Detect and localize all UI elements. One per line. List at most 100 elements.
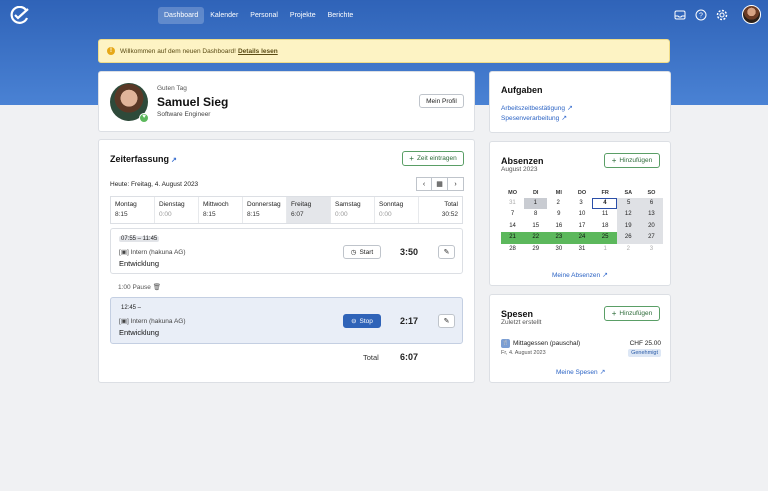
my-profile-button[interactable]: Mein Profil [419, 94, 464, 108]
calendar-day[interactable]: 17 [570, 221, 593, 232]
entry-duration: 2:17 [400, 316, 419, 326]
calendar-day[interactable]: 20 [639, 220, 663, 233]
chevron-left-icon[interactable]: ‹ [416, 177, 432, 191]
entry-duration: 3:50 [400, 247, 419, 257]
external-link-icon: ↗ [566, 105, 573, 112]
add-expense-button[interactable]: + Hinzufügen [604, 306, 660, 321]
external-link-icon: ↗ [171, 157, 177, 164]
calendar-day-absence[interactable]: 24 [570, 232, 594, 244]
calendar-day-absence[interactable]: 23 [547, 232, 571, 244]
calendar-day[interactable]: 19 [616, 220, 640, 233]
chevron-right-icon[interactable]: › [448, 177, 464, 191]
calendar-day-today[interactable]: 4 [592, 198, 618, 210]
my-absences-link[interactable]: Meine Absenzen ↗ [552, 271, 608, 279]
absence-calendar: MO DI MI DO FR SA SO 31 1 2 3 4 5 6 7 8 … [501, 188, 664, 255]
calendar-day-absence[interactable]: 21 [501, 232, 525, 244]
calendar-day[interactable]: 15 [524, 221, 547, 232]
top-navigation: Dashboard Kalender Personal Projekte Ber… [0, 0, 768, 31]
stop-icon: ⊖ [351, 318, 357, 325]
calendar-day[interactable]: 27 [639, 232, 663, 244]
calendar-day[interactable]: 30 [547, 244, 570, 255]
calendar-day[interactable]: 26 [616, 232, 640, 244]
calendar-day-absence[interactable]: 22 [524, 232, 548, 244]
briefcase-icon: ▣ [120, 249, 127, 256]
calendar-day-absence[interactable]: 25 [593, 232, 617, 244]
add-time-label: Zeit eintragen [416, 155, 457, 162]
day-tuesday[interactable]: Dienstag 0:00 [155, 197, 199, 223]
inbox-icon[interactable] [674, 9, 686, 21]
nav-dashboard[interactable]: Dashboard [158, 7, 205, 24]
day-monday[interactable]: Montag 8:15 [111, 197, 155, 223]
calendar-day[interactable]: 31 [501, 198, 524, 209]
nav-kalender[interactable]: Kalender [204, 7, 244, 24]
nav-personal[interactable]: Personal [244, 7, 284, 24]
calendar-day[interactable]: 1 [523, 198, 547, 210]
user-avatar[interactable] [742, 5, 761, 24]
calendar-day[interactable]: 18 [594, 221, 617, 232]
calendar-day[interactable]: 11 [594, 209, 617, 220]
time-entry-running[interactable]: 12:45 – [▣] Intern (hakuna AG) Entwicklu… [110, 297, 463, 344]
calendar-day[interactable]: 5 [617, 198, 641, 210]
profile-name: Samuel Sieg [157, 95, 229, 109]
calendar-day[interactable]: 29 [524, 244, 547, 255]
gear-icon[interactable] [716, 9, 728, 21]
edit-icon[interactable]: ✎ [438, 314, 455, 328]
calendar-icon[interactable]: ▦ [432, 177, 448, 191]
calendar-day[interactable]: 2 [547, 198, 570, 209]
profile-card: ♥ Guten Tag Samuel Sieg Software Enginee… [98, 71, 475, 132]
expense-date: Fr, 4. August 2023 [501, 350, 546, 356]
stop-button[interactable]: ⊖ Stop [343, 314, 381, 328]
calendar-day[interactable]: 14 [501, 221, 524, 232]
external-link-icon: ↗ [599, 369, 606, 376]
day-thursday[interactable]: Donnerstag 8:15 [243, 197, 287, 223]
calendar-day[interactable]: 2 [617, 244, 640, 255]
calendar-day[interactable]: 31 [570, 244, 593, 255]
weekday-label: SO [647, 190, 656, 196]
edit-icon[interactable]: ✎ [438, 245, 455, 259]
calendar-day[interactable]: 3 [640, 244, 663, 255]
warning-icon: ! [107, 47, 115, 55]
calendar-day[interactable]: 28 [501, 244, 524, 255]
weekday-label: DI [532, 190, 539, 196]
calendar-day[interactable]: 6 [640, 198, 664, 210]
week-navigation: ‹ ▦ › [416, 177, 464, 191]
help-icon[interactable]: ? [695, 9, 707, 21]
calendar-day[interactable]: 10 [570, 209, 593, 220]
calendar-day[interactable]: 13 [639, 209, 663, 221]
today-label: Heute: Freitag, 4. August 2023 [110, 181, 199, 188]
start-button[interactable]: ◷ Start [343, 245, 381, 259]
week-days-row: Montag 8:15 Dienstag 0:00 Mittwoch 8:15 Don… [110, 196, 463, 224]
calendar-day[interactable]: 1 [594, 244, 617, 255]
meal-icon: 🍴 [501, 339, 510, 348]
entry-task: Entwicklung [119, 328, 160, 337]
banner-details-link[interactable]: Details lesen [238, 48, 278, 55]
calendar-day[interactable]: 3 [570, 198, 593, 209]
time-tracking-title[interactable]: Zeiterfassung ↗ [110, 154, 177, 164]
nav-berichte[interactable]: Berichte [322, 7, 360, 24]
profile-role: Software Engineer [157, 111, 211, 118]
expenses-subtitle: Zuletzt erstellt [501, 319, 542, 326]
calendar-day[interactable]: 12 [616, 209, 640, 221]
task-link-spesen[interactable]: Spesenverarbeitung ↗ [501, 114, 567, 122]
day-wednesday[interactable]: Mittwoch 8:15 [199, 197, 243, 223]
status-badge-icon: ♥ [139, 113, 149, 123]
calendar-day[interactable]: 8 [524, 209, 547, 220]
clock-icon: ◷ [350, 249, 357, 256]
day-sunday[interactable]: Sonntag 0:00 [375, 197, 419, 223]
expenses-title: Spesen [501, 309, 534, 319]
calendar-day[interactable]: 7 [501, 209, 524, 220]
day-friday[interactable]: Freitag 6:07 [287, 197, 331, 223]
trash-icon[interactable]: 🗑 [153, 284, 161, 291]
logo-icon[interactable] [8, 6, 30, 24]
nav-projekte[interactable]: Projekte [284, 7, 322, 24]
add-absence-button[interactable]: + Hinzufügen [604, 153, 660, 168]
my-expenses-link[interactable]: Meine Spesen ↗ [556, 368, 605, 376]
day-saturday[interactable]: Samstag 0:00 [331, 197, 375, 223]
absences-card: Absenzen August 2023 + Hinzufügen MO DI M… [489, 141, 671, 286]
add-time-button[interactable]: + Zeit eintragen [402, 151, 464, 166]
calendar-day[interactable]: 9 [547, 209, 570, 220]
time-entry[interactable]: 07:55 – 11:45 [▣] Intern (hakuna AG) Ent… [110, 228, 463, 274]
task-link-arbeitszeit[interactable]: Arbeitszeitbestätigung ↗ [501, 104, 573, 112]
calendar-day[interactable]: 16 [547, 221, 570, 232]
absences-title: Absenzen [501, 156, 544, 166]
